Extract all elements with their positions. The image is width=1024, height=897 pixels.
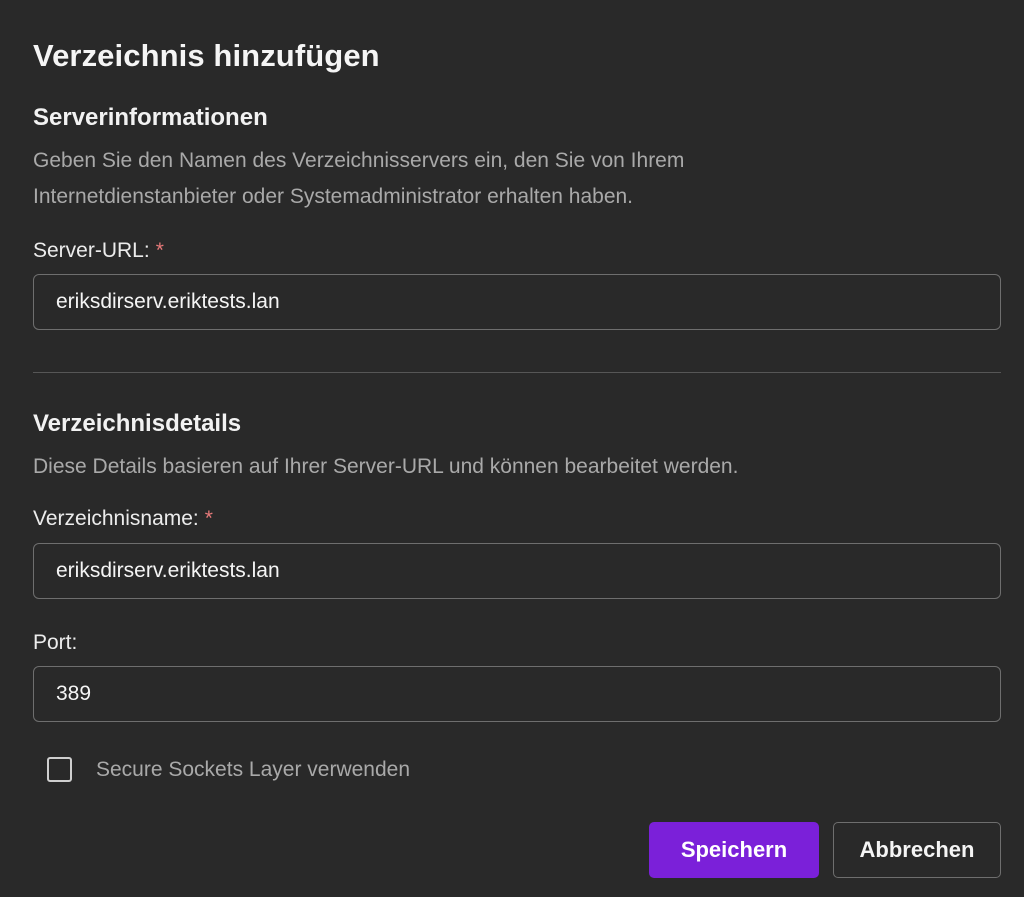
port-input[interactable] [33, 666, 1001, 722]
section-heading-directory-details: Verzeichnisdetails [33, 410, 242, 437]
server-url-input[interactable] [33, 274, 1001, 330]
server-info-description-line-2: Internetdienstanbieter oder Systemadmini… [33, 185, 634, 208]
port-label: Port: [33, 631, 78, 654]
directory-name-input[interactable] [33, 543, 1001, 599]
server-info-description: Geben Sie den Namen des Verzeichnisserve… [33, 143, 933, 215]
required-asterisk: * [204, 507, 213, 530]
directory-name-label: Verzeichnisname: * [33, 507, 213, 531]
required-asterisk: * [155, 239, 164, 262]
ssl-checkbox-label[interactable]: Secure Sockets Layer verwenden [96, 758, 410, 782]
dialog-title: Verzeichnis hinzufügen [33, 38, 380, 73]
server-info-description-line-1: Geben Sie den Namen des Verzeichnisserve… [33, 149, 685, 172]
server-url-label-text: Server-URL: [33, 239, 150, 262]
cancel-button[interactable]: Abbrechen [833, 822, 1001, 878]
ssl-checkbox[interactable] [47, 757, 72, 782]
ssl-checkbox-row[interactable]: Secure Sockets Layer verwenden [47, 757, 410, 782]
directory-details-description: Diese Details basieren auf Ihrer Server-… [33, 455, 739, 478]
save-button[interactable]: Speichern [649, 822, 819, 878]
server-url-label: Server-URL: * [33, 239, 164, 263]
directory-name-label-text: Verzeichnisname: [33, 507, 199, 530]
section-heading-server-info: Serverinformationen [33, 104, 268, 131]
add-directory-dialog: Verzeichnis hinzufügen Serverinformation… [0, 0, 1024, 897]
section-divider [33, 372, 1001, 373]
